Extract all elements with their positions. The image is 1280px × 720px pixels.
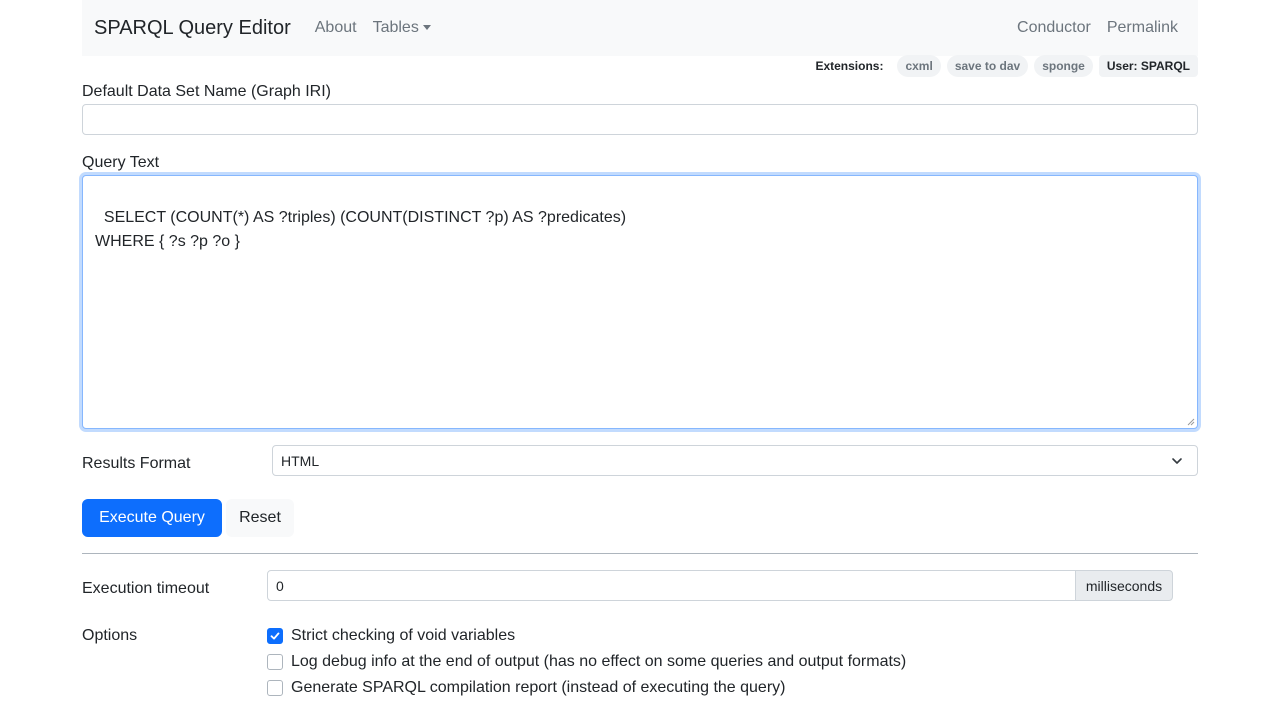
nav-link-about[interactable]: About bbox=[307, 19, 365, 37]
reset-button[interactable]: Reset bbox=[226, 499, 294, 537]
results-format-select[interactable]: HTML bbox=[272, 445, 1198, 476]
nav-link-conductor[interactable]: Conductor bbox=[1009, 19, 1099, 37]
extension-sponge[interactable]: sponge bbox=[1034, 55, 1093, 77]
nav-dropdown-tables[interactable]: Tables bbox=[365, 19, 439, 37]
extension-save-to-dav[interactable]: save to dav bbox=[946, 55, 1029, 77]
execute-query-button[interactable]: Execute Query bbox=[82, 499, 222, 537]
timeout-unit-addon: milliseconds bbox=[1075, 570, 1173, 601]
extension-cxml[interactable]: cxml bbox=[897, 55, 941, 77]
navbar: SPARQL Query Editor About Tables Conduct… bbox=[82, 0, 1198, 56]
nav-dropdown-tables-label: Tables bbox=[372, 19, 419, 36]
option-compilation-report-checkbox[interactable] bbox=[267, 680, 283, 696]
option-log-debug-label: Log debug info at the end of output (has… bbox=[291, 653, 907, 670]
execution-timeout-input[interactable]: 0 bbox=[267, 570, 1076, 601]
option-log-debug-checkbox[interactable] bbox=[267, 654, 283, 670]
execution-timeout-label: Execution timeout bbox=[82, 580, 210, 597]
nav-link-permalink[interactable]: Permalink bbox=[1099, 19, 1186, 37]
chevron-down-icon bbox=[1172, 458, 1182, 464]
options-label: Options bbox=[82, 627, 138, 644]
extensions-label: Extensions: bbox=[815, 59, 884, 73]
option-strict-checkbox[interactable] bbox=[267, 628, 283, 644]
caret-down-icon bbox=[422, 25, 431, 31]
navbar-brand[interactable]: SPARQL Query Editor bbox=[94, 17, 291, 40]
graph-iri-input[interactable] bbox=[82, 104, 1198, 135]
checkmark-icon bbox=[270, 632, 280, 640]
user-badge: User: SPARQL bbox=[1098, 55, 1198, 77]
extensions-bar: Extensions: cxml save to dav sponge User… bbox=[807, 54, 1198, 78]
execution-timeout-value: 0 bbox=[276, 577, 284, 594]
query-text-label: Query Text bbox=[82, 154, 160, 171]
query-textarea[interactable]: SELECT (COUNT(*) AS ?triples) (COUNT(DIS… bbox=[82, 175, 1198, 429]
results-format-value: HTML bbox=[281, 452, 320, 469]
option-strict-label: Strict checking of void variables bbox=[291, 627, 516, 644]
graph-iri-label: Default Data Set Name (Graph IRI) bbox=[82, 83, 331, 100]
option-compilation-report[interactable]: Generate SPARQL compilation report (inst… bbox=[267, 679, 785, 697]
results-format-label: Results Format bbox=[82, 455, 191, 472]
resize-grip-icon[interactable] bbox=[1187, 418, 1195, 426]
option-log-debug-info[interactable]: Log debug info at the end of output (has… bbox=[267, 653, 906, 671]
option-strict-void-variables[interactable]: Strict checking of void variables bbox=[267, 627, 515, 645]
option-compilation-report-label: Generate SPARQL compilation report (inst… bbox=[291, 679, 786, 696]
query-text-content: SELECT (COUNT(*) AS ?triples) (COUNT(DIS… bbox=[95, 209, 627, 250]
divider bbox=[82, 553, 1198, 554]
